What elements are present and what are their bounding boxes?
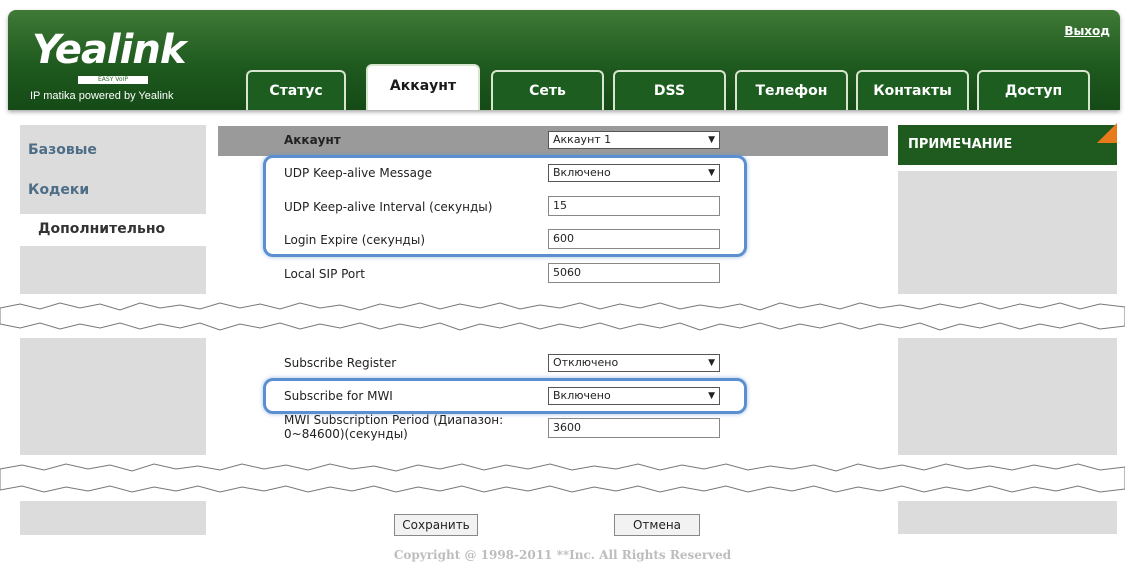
mwi-period-input[interactable]: 3600	[548, 418, 720, 438]
subscribe-register-select[interactable]: Отключено ▼	[548, 354, 720, 372]
account-label: Аккаунт	[284, 133, 341, 147]
sidebar-item-advanced[interactable]: Дополнительно	[20, 214, 230, 246]
tab-network[interactable]: Сеть	[491, 70, 604, 110]
copyright-footer: Copyright @ 1998-2011 **Inc. All Rights …	[393, 548, 732, 562]
torn-edge-divider	[0, 294, 1125, 338]
account-select-value: Аккаунт 1	[553, 133, 612, 146]
tagline: IP matika powered by Yealink	[30, 90, 174, 102]
sidebar-item-label: Дополнительно	[38, 221, 166, 237]
cancel-button[interactable]: Отмена	[614, 514, 700, 536]
dropdown-arrow-icon: ▼	[708, 135, 715, 145]
logo-subtitle: EASY VoIP	[78, 76, 148, 84]
logout-link[interactable]: Выход	[1064, 24, 1110, 38]
tab-access[interactable]: Доступ	[977, 70, 1090, 110]
yealink-logo: Yealink	[32, 27, 186, 73]
sidebar-item-codecs[interactable]: Кодеки	[28, 182, 89, 198]
local-sip-port-label: Local SIP Port	[284, 267, 365, 281]
tab-contacts[interactable]: Контакты	[856, 70, 969, 110]
account-select[interactable]: Аккаунт 1 ▼	[548, 131, 720, 149]
save-button[interactable]: Сохранить	[394, 514, 478, 536]
highlight-keepalive-group	[263, 155, 747, 257]
dropdown-arrow-icon: ▼	[708, 358, 715, 368]
mwi-period-label-line1: MWI Subscription Period (Диапазон:	[284, 413, 504, 427]
torn-edge-divider	[0, 455, 1125, 501]
tab-status[interactable]: Статус	[246, 70, 346, 110]
note-header: ПРИМЕЧАНИЕ	[898, 125, 1117, 165]
header-bar: Yealink EASY VoIP IP matika powered by Y…	[8, 10, 1120, 110]
mwi-period-label: MWI Subscription Period (Диапазон: 0~846…	[284, 413, 503, 441]
highlight-mwi	[263, 378, 747, 414]
tab-dss[interactable]: DSS	[613, 70, 726, 110]
mwi-period-label-line2: 0~84600)(секунды)	[284, 427, 408, 441]
subscribe-register-value: Отключено	[553, 356, 619, 369]
tab-account[interactable]: Аккаунт	[366, 64, 480, 110]
note-corner-icon	[1097, 123, 1117, 143]
sidebar-item-basic[interactable]: Базовые	[28, 142, 97, 158]
tab-phone[interactable]: Телефон	[735, 70, 848, 110]
local-sip-port-input[interactable]: 5060	[548, 263, 720, 283]
subscribe-register-label: Subscribe Register	[284, 356, 397, 370]
